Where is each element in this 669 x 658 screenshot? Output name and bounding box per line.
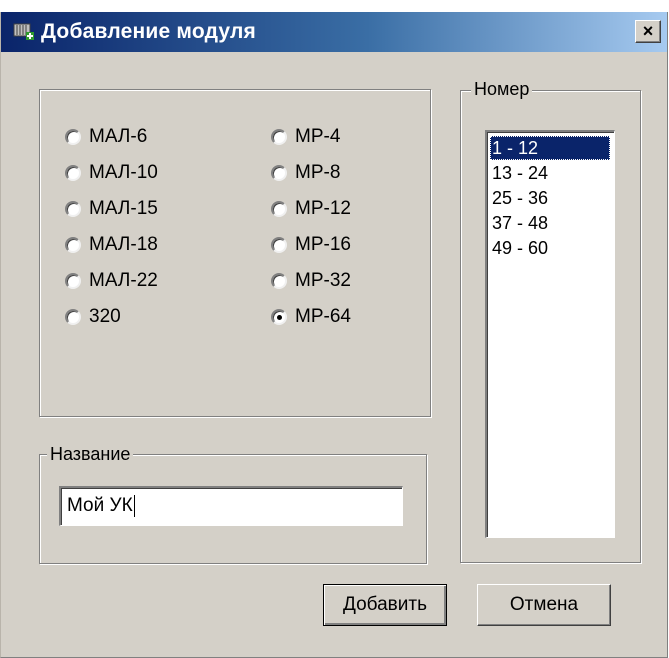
radio-label: 320 (89, 306, 121, 327)
radio-unchecked-icon (65, 273, 81, 289)
title-bar[interactable]: Добавление модуля × (1, 12, 667, 52)
radio-label: МР-12 (295, 198, 351, 219)
window-title: Добавление модуля (41, 20, 256, 43)
radio-label: МАЛ-15 (89, 198, 158, 219)
radio-мр-4[interactable]: МР-4 (271, 124, 340, 150)
name-group-legend: Название (47, 444, 134, 464)
close-icon: × (642, 21, 654, 41)
radio-label: МР-16 (295, 234, 351, 255)
module-name-input[interactable]: Мой УК (59, 486, 403, 526)
radio-dot-icon (277, 315, 282, 320)
radio-320[interactable]: 320 (65, 304, 121, 330)
radio-unchecked-icon (271, 129, 287, 145)
radio-unchecked-icon (271, 165, 287, 181)
radio-unchecked-icon (65, 165, 81, 181)
radio-мр-16[interactable]: МР-16 (271, 232, 351, 258)
radio-unchecked-icon (65, 129, 81, 145)
app-icon (13, 23, 34, 40)
radio-unchecked-icon (65, 309, 81, 325)
radio-unchecked-icon (65, 201, 81, 217)
radio-label: МР-64 (295, 306, 351, 327)
radio-label: МАЛ-22 (89, 270, 158, 291)
radio-label: МАЛ-6 (89, 126, 148, 147)
radio-checked-icon (271, 309, 287, 325)
list-item[interactable]: 25 - 36 (490, 186, 550, 210)
radio-unchecked-icon (271, 201, 287, 217)
cancel-button[interactable]: Отмена (477, 584, 611, 626)
module-name-value: Мой УК (67, 495, 133, 516)
radio-label: МР-4 (295, 126, 341, 147)
list-item[interactable]: 37 - 48 (490, 211, 550, 235)
radio-мал-15[interactable]: МАЛ-15 (65, 196, 158, 222)
add-button[interactable]: Добавить (323, 584, 447, 626)
radio-мал-6[interactable]: МАЛ-6 (65, 124, 147, 150)
radio-мр-12[interactable]: МР-12 (271, 196, 351, 222)
radio-label: МАЛ-10 (89, 162, 158, 183)
list-item[interactable]: 49 - 60 (490, 236, 550, 260)
radio-мр-32[interactable]: МР-32 (271, 268, 351, 294)
list-item[interactable]: 13 - 24 (490, 161, 550, 185)
radio-мр-64[interactable]: МР-64 (271, 304, 351, 330)
radio-unchecked-icon (271, 273, 287, 289)
list-item[interactable]: 1 - 12 (490, 136, 610, 160)
number-group-legend: Номер (471, 79, 533, 99)
radio-мал-22[interactable]: МАЛ-22 (65, 268, 158, 294)
text-caret (133, 494, 135, 517)
radio-мал-10[interactable]: МАЛ-10 (65, 160, 158, 186)
radio-label: МР-32 (295, 270, 351, 291)
close-button[interactable]: × (635, 20, 661, 43)
add-module-dialog: Добавление модуля × МАЛ-6 МАЛ-10 МАЛ-15 МАЛ… (0, 12, 668, 658)
radio-label: МАЛ-18 (89, 234, 158, 255)
radio-мр-8[interactable]: МР-8 (271, 160, 340, 186)
radio-label: МР-8 (295, 162, 341, 183)
radio-мал-18[interactable]: МАЛ-18 (65, 232, 158, 258)
radio-unchecked-icon (271, 237, 287, 253)
radio-unchecked-icon (65, 237, 81, 253)
number-listbox[interactable]: 1 - 12 13 - 24 25 - 36 37 - 48 49 - 60 (485, 130, 615, 538)
